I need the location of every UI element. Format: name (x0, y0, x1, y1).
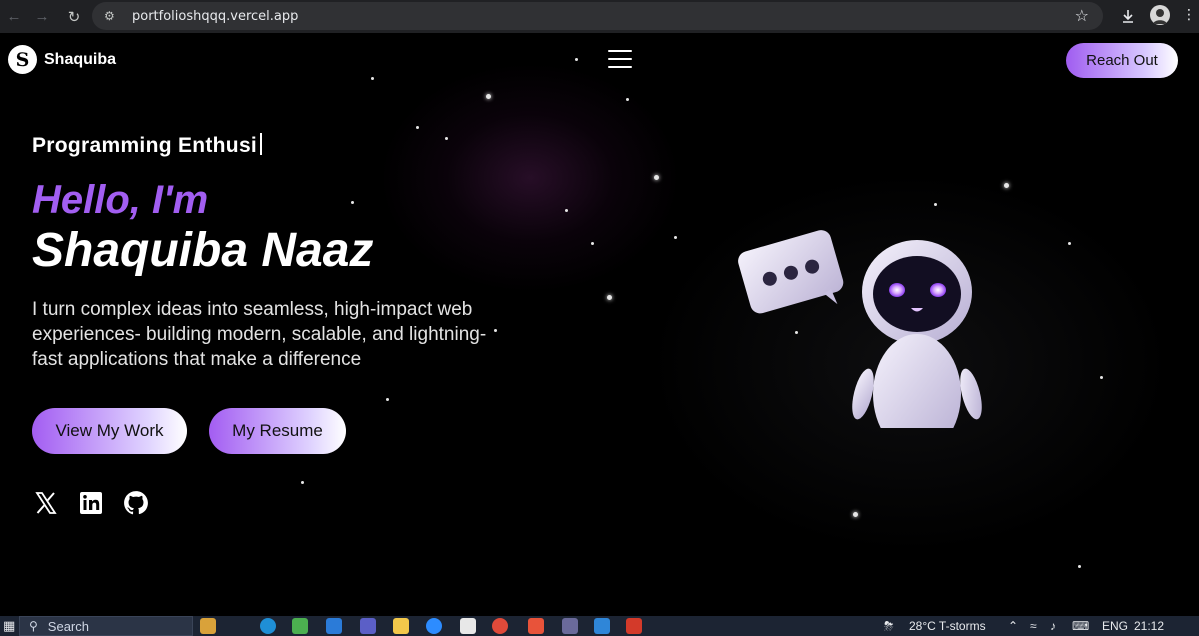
widget-icon[interactable] (200, 618, 216, 634)
star-particle (1004, 183, 1009, 188)
hamburger-line (608, 66, 632, 68)
my-resume-button[interactable]: My Resume (209, 408, 346, 454)
address-bar[interactable]: ⚙ portfolioshqqq.vercel.app ☆ (92, 2, 1103, 30)
profile-avatar[interactable] (1150, 5, 1170, 25)
portfolio-page: S Shaquiba Reach Out Programming Enthusi… (0, 33, 1199, 616)
vscode-icon[interactable] (594, 618, 610, 634)
weather-text[interactable]: 28°C T-storms (909, 619, 986, 633)
star-particle (934, 203, 937, 206)
site-logo[interactable]: S Shaquiba (8, 45, 116, 74)
acrobat-icon[interactable] (626, 618, 642, 634)
logo-text: Shaquiba (44, 50, 117, 68)
robot-illustration (735, 218, 995, 454)
star-particle (607, 295, 612, 300)
browser-toolbar: ← → ↻ ⚙ portfolioshqqq.vercel.app ☆ ⋮ (0, 0, 1199, 33)
x-icon[interactable] (32, 489, 60, 517)
file-explorer-icon[interactable] (393, 618, 409, 634)
star-particle (674, 236, 677, 239)
back-icon[interactable]: ← (0, 3, 28, 31)
github-icon[interactable] (122, 489, 150, 517)
typing-text: Programming Enthusi (32, 134, 258, 157)
star-particle (301, 481, 304, 484)
url-text[interactable]: portfolioshqqq.vercel.app (132, 9, 298, 24)
star-particle (386, 398, 389, 401)
hamburger-line (608, 50, 632, 52)
star-particle (351, 201, 354, 204)
background-glow (380, 63, 680, 293)
windows-taskbar: ▦ ⚲ Search ⛈ 28°C T-storms ⌃ ≈ ♪ ⌨ ENG 2… (0, 616, 1199, 636)
taskbar-search[interactable]: ⚲ Search (19, 616, 193, 636)
reach-out-button[interactable]: Reach Out (1066, 43, 1178, 78)
hero-name: Shaquiba Naaz (32, 224, 374, 277)
star-particle (1078, 565, 1081, 568)
notepad-icon[interactable] (460, 618, 476, 634)
browser-menu-icon[interactable]: ⋮ (1182, 6, 1196, 23)
language-indicator[interactable]: ENG (1102, 619, 1128, 633)
snipping-icon[interactable] (528, 618, 544, 634)
windows-start-icon[interactable]: ▦ (3, 618, 15, 634)
keyboard-icon[interactable]: ⌨ (1072, 619, 1089, 633)
search-icon: ⚲ (29, 619, 38, 633)
typing-headline: Programming Enthusi (32, 133, 263, 158)
greeting-text: Hello, I'm (32, 178, 209, 222)
search-label: Search (47, 618, 89, 634)
app-icon[interactable] (562, 618, 578, 634)
star-particle (1100, 376, 1103, 379)
tray-chevron-icon[interactable]: ⌃ (1008, 619, 1018, 633)
view-my-work-button[interactable]: View My Work (32, 408, 187, 454)
chrome-icon[interactable] (492, 618, 508, 634)
hero-bio: I turn complex ideas into seamless, high… (32, 299, 487, 370)
star-particle (1068, 242, 1071, 245)
star-particle (654, 175, 659, 180)
star-particle (486, 94, 491, 99)
logo-mark: S (8, 45, 37, 74)
typing-caret (260, 133, 263, 155)
teams-icon[interactable] (360, 618, 376, 634)
star-particle (626, 98, 629, 101)
reload-icon[interactable]: ↻ (60, 3, 88, 31)
star-particle (565, 209, 568, 212)
star-particle (575, 58, 578, 61)
volume-icon[interactable]: ♪ (1050, 619, 1056, 633)
star-particle (416, 126, 419, 129)
star-particle (371, 77, 374, 80)
star-particle (853, 512, 858, 517)
hamburger-menu-icon[interactable] (608, 50, 632, 68)
forward-icon[interactable]: → (28, 3, 56, 31)
clock-time[interactable]: 21:12 (1134, 619, 1164, 633)
bookmark-star-icon[interactable]: ☆ (1075, 6, 1089, 26)
edge-icon[interactable] (260, 618, 276, 634)
site-info-icon[interactable]: ⚙ (104, 9, 122, 23)
wifi-icon[interactable]: ≈ (1030, 619, 1037, 633)
zoom-icon[interactable] (426, 618, 442, 634)
store-icon[interactable] (292, 618, 308, 634)
star-particle (591, 242, 594, 245)
hamburger-line (608, 58, 632, 60)
star-particle (445, 137, 448, 140)
download-icon[interactable] (1118, 3, 1138, 29)
weather-icon[interactable]: ⛈ (884, 619, 894, 634)
outlook-icon[interactable] (326, 618, 342, 634)
linkedin-icon[interactable] (77, 489, 105, 517)
